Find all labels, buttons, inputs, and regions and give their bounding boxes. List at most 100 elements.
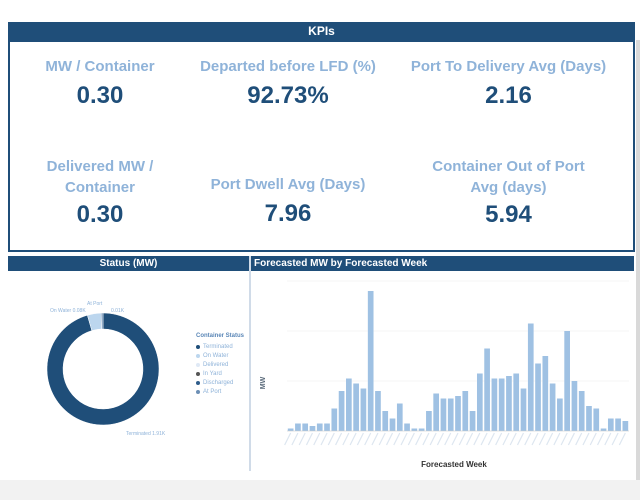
x-tick xyxy=(342,432,350,446)
bar[interactable] xyxy=(287,428,294,432)
x-tick xyxy=(538,432,546,446)
bar[interactable] xyxy=(360,388,367,432)
x-tick xyxy=(298,432,306,446)
legend-dot xyxy=(196,371,200,376)
bar[interactable] xyxy=(586,406,592,431)
bar[interactable] xyxy=(411,428,418,432)
kpi-delivered-mw-per-container: Delivered MW / Container 0.30 xyxy=(20,156,180,230)
x-tick xyxy=(473,432,481,446)
x-tick xyxy=(444,432,452,446)
bar[interactable] xyxy=(353,383,359,432)
donut-label-on-water: On Water 0.08K xyxy=(50,308,86,314)
bar[interactable] xyxy=(615,418,621,432)
x-tick xyxy=(596,432,605,446)
bar[interactable] xyxy=(382,411,389,431)
kpi-value: 5.94 xyxy=(485,201,532,228)
x-tick xyxy=(487,432,495,446)
legend-label: At Port xyxy=(203,388,222,395)
bar[interactable] xyxy=(593,408,600,432)
kpi-port-to-delivery-avg: Port To Delivery Avg (Days) 2.16 xyxy=(396,56,621,111)
kpi-value: 2.16 xyxy=(485,82,532,109)
bar[interactable] xyxy=(404,423,410,432)
bar[interactable] xyxy=(549,383,556,432)
x-tick xyxy=(422,432,430,446)
bar[interactable] xyxy=(302,423,309,432)
bar[interactable] xyxy=(484,348,490,432)
x-tick xyxy=(349,432,357,446)
donut-slice-terminated[interactable] xyxy=(46,312,160,426)
x-tick xyxy=(509,432,517,446)
bar[interactable] xyxy=(331,408,338,432)
bar[interactable] xyxy=(375,391,381,431)
bar[interactable] xyxy=(469,411,476,431)
bar[interactable] xyxy=(426,411,432,431)
forecast-panel-header: Forecasted MW by Forecasted Week xyxy=(251,256,634,271)
kpi-label: MW / Container xyxy=(45,58,155,75)
x-tick xyxy=(604,432,612,446)
bar[interactable] xyxy=(367,291,374,431)
bar[interactable] xyxy=(418,428,425,432)
bar[interactable] xyxy=(309,426,316,431)
donut-slice-at-port[interactable] xyxy=(100,312,104,330)
bar[interactable] xyxy=(557,398,563,432)
bar[interactable] xyxy=(607,418,614,432)
legend-item[interactable]: In Yard xyxy=(196,369,244,378)
bar[interactable] xyxy=(513,373,520,432)
bar[interactable] xyxy=(498,378,505,432)
legend-item[interactable]: On Water xyxy=(196,351,244,360)
x-tick xyxy=(553,432,561,446)
bar[interactable] xyxy=(520,388,527,432)
bar[interactable] xyxy=(396,403,403,432)
bar[interactable] xyxy=(316,423,323,432)
status-panel-header: Status (MW) xyxy=(8,256,249,271)
kpi-label: Departed before LFD (%) xyxy=(200,58,376,75)
bar[interactable] xyxy=(462,391,469,431)
scrollbar-track[interactable] xyxy=(636,40,640,480)
bar[interactable] xyxy=(535,363,541,432)
kpi-header: KPIs xyxy=(8,22,635,40)
x-tick xyxy=(291,432,299,446)
kpi-container-out-of-port-avg: Container Out of Port Avg (days) 5.94 xyxy=(396,156,621,230)
bar[interactable] xyxy=(295,423,301,432)
bar[interactable] xyxy=(338,391,345,431)
bar[interactable] xyxy=(491,378,498,432)
bar[interactable] xyxy=(578,391,585,431)
bar[interactable] xyxy=(324,423,330,432)
x-tick xyxy=(560,432,568,446)
x-tick xyxy=(458,432,466,446)
bar[interactable] xyxy=(447,398,454,432)
bar[interactable] xyxy=(564,331,570,431)
x-tick xyxy=(400,432,408,446)
bar[interactable] xyxy=(346,378,352,432)
x-tick xyxy=(313,432,321,446)
bar[interactable] xyxy=(622,421,629,431)
legend-item[interactable]: Delivered xyxy=(196,360,244,369)
x-tick xyxy=(546,432,554,446)
bar[interactable] xyxy=(571,381,578,431)
bar[interactable] xyxy=(433,393,440,432)
legend-item[interactable]: At Port xyxy=(196,387,244,396)
x-tick xyxy=(575,432,583,446)
legend-dot xyxy=(196,380,200,385)
x-tick xyxy=(327,432,335,446)
kpi-mw-per-container: MW / Container 0.30 xyxy=(20,56,180,111)
kpi-label: Port Dwell Avg (Days) xyxy=(210,176,366,193)
forecast-bar-area: MW Forecasted Week xyxy=(251,271,634,471)
bar[interactable] xyxy=(542,356,549,431)
bar[interactable] xyxy=(600,428,607,432)
x-tick xyxy=(356,432,364,446)
kpi-label: Port To Delivery Avg (Days) xyxy=(410,58,607,75)
kpi-value: 7.96 xyxy=(264,200,312,227)
bar[interactable] xyxy=(440,398,447,432)
bar[interactable] xyxy=(389,418,396,432)
footer-bar xyxy=(0,480,640,500)
bar[interactable] xyxy=(476,373,483,432)
x-tick xyxy=(284,432,292,446)
legend-item[interactable]: Terminated xyxy=(196,342,244,351)
bar[interactable] xyxy=(506,376,512,431)
legend-item[interactable]: Discharged xyxy=(196,378,244,387)
bar[interactable] xyxy=(527,323,534,432)
x-tick xyxy=(320,432,328,446)
x-tick xyxy=(516,432,525,446)
bar[interactable] xyxy=(455,396,461,431)
